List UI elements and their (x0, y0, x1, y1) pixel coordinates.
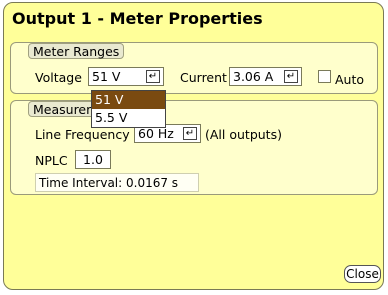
auto-label: Auto (335, 72, 365, 87)
auto-checkbox[interactable] (318, 70, 331, 83)
current-value: 3.06 A (233, 69, 274, 84)
time-interval-text: Time Interval: 0.0167 s (39, 176, 179, 190)
line-frequency-value: 60 Hz (138, 126, 174, 141)
voltage-dropdown-list: 51 V 5.5 V (91, 90, 166, 128)
nplc-input[interactable]: 1.0 (75, 150, 111, 169)
nplc-value: 1.0 (83, 152, 103, 167)
line-frequency-label: Line Frequency (35, 127, 130, 142)
meter-ranges-legend: Meter Ranges (28, 43, 125, 59)
dropdown-option-5-5v[interactable]: 5.5 V (92, 109, 165, 127)
dropdown-option-51v[interactable]: 51 V (92, 91, 165, 109)
dropdown-arrow-icon: ↵ (148, 71, 158, 82)
time-interval-readout: Time Interval: 0.0167 s (35, 173, 199, 192)
all-outputs-label: (All outputs) (205, 127, 282, 142)
dropdown-arrow-icon: ↵ (185, 128, 195, 139)
dropdown-arrow-icon: ↵ (286, 71, 296, 82)
meter-properties-dialog: Output 1 - Meter Properties Meter Ranges… (3, 2, 384, 290)
line-frequency-dropdown-button[interactable]: ↵ (183, 127, 197, 140)
current-dropdown-button[interactable]: ↵ (284, 70, 298, 83)
voltage-dropdown-button[interactable]: ↵ (146, 70, 160, 83)
voltage-label: Voltage (35, 70, 82, 85)
current-label: Current (180, 70, 227, 85)
voltage-value: 51 V (92, 69, 121, 84)
dialog-title: Output 1 - Meter Properties (12, 9, 263, 28)
close-button[interactable]: Close (344, 265, 381, 283)
nplc-label: NPLC (35, 153, 68, 168)
